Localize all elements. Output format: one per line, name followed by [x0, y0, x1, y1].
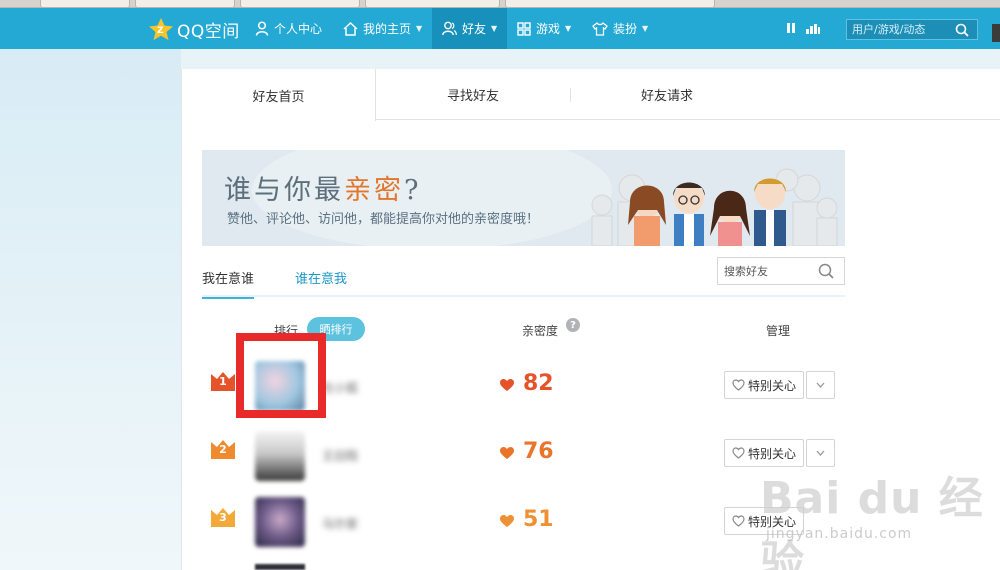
subtab-who-cares-me[interactable]: 谁在意我: [295, 257, 347, 297]
friends-panel: 好友首页 寻找好友 好友请求 谁与你最亲密? 赞他、评论他、访问他，都能提高你对…: [181, 69, 1000, 570]
friend-avatar[interactable]: [255, 431, 305, 481]
browser-tab[interactable]: [135, 0, 235, 8]
search-icon[interactable]: [818, 263, 834, 279]
tab-friends-home[interactable]: 好友首页: [182, 69, 376, 121]
tshirt-icon: [592, 21, 608, 36]
friend-row: 2 王旧陌 76 特别关心: [202, 423, 845, 491]
browser-tab[interactable]: [40, 0, 130, 8]
nav-label: 好友: [462, 22, 487, 36]
heart-icon: [500, 447, 514, 459]
special-care-button[interactable]: 特别关心: [724, 439, 804, 467]
banner-title-pre: 谁与你最: [224, 175, 344, 206]
chevron-down-icon: ▼: [491, 24, 498, 33]
rank-number: 1: [219, 375, 227, 388]
rank-number: 2: [219, 443, 227, 456]
chevron-down-icon: [816, 382, 825, 388]
chevron-down-icon: ▼: [642, 24, 649, 33]
nav-tool-icons: [785, 21, 821, 35]
home-icon: [343, 21, 358, 36]
crown-rank-icon: 2: [210, 439, 236, 459]
svg-text:Z: Z: [157, 26, 164, 36]
manage-dropdown[interactable]: [806, 371, 835, 399]
friend-search[interactable]: [717, 257, 845, 285]
column-manage: 管理: [766, 324, 791, 338]
friend-search-input[interactable]: [718, 264, 818, 278]
nav-label: 个人中心: [274, 22, 323, 36]
friend-name[interactable]: 杜小狐: [322, 379, 358, 396]
friends-icon: [442, 21, 457, 36]
friends-tabs: 好友首页 寻找好友 好友请求: [182, 69, 1000, 121]
manage-dropdown[interactable]: [806, 439, 835, 467]
browser-tab-strip: [0, 0, 1000, 8]
browser-tab[interactable]: [240, 0, 360, 8]
friend-avatar[interactable]: [255, 564, 305, 570]
care-label: 特别关心: [747, 378, 796, 393]
heart-icon: [500, 515, 514, 527]
grid-icon: [517, 21, 531, 36]
help-icon[interactable]: ?: [566, 318, 580, 332]
intimacy-banner: 谁与你最亲密? 赞他、评论他、访问他，都能提高你对他的亲密度哦！: [202, 150, 845, 246]
nav-friends[interactable]: 好友 ▼: [432, 8, 507, 49]
nav-dressup[interactable]: 装扮 ▼: [592, 8, 648, 49]
global-search-input[interactable]: [847, 23, 955, 36]
global-search[interactable]: [846, 19, 978, 40]
intimacy-value: 76: [523, 439, 554, 464]
crown-rank-icon: 3: [210, 507, 236, 527]
user-icon: [255, 21, 269, 36]
care-label: 特别关心: [747, 446, 796, 461]
signal-bars-icon[interactable]: [805, 21, 821, 35]
search-icon[interactable]: [955, 23, 969, 37]
crown-rank-icon: 1: [210, 371, 236, 391]
care-label: 特别关心: [747, 514, 796, 529]
qzone-logo[interactable]: Z QQ空间: [148, 17, 240, 42]
intimacy-value: 51: [523, 507, 554, 532]
friend-name[interactable]: 王旧陌: [322, 447, 358, 464]
banner-subtitle: 赞他、评论他、访问他，都能提高你对他的亲密度哦！: [227, 212, 540, 227]
banner-title-highlight: 亲密: [344, 175, 404, 206]
intimacy-value: 82: [523, 371, 554, 396]
subtab-who-i-care[interactable]: 我在意谁: [202, 257, 255, 299]
logo-text: QQ空间: [177, 21, 240, 42]
intimacy-subtabs: 我在意谁 谁在意我: [202, 257, 845, 299]
nav-label: 装扮: [613, 22, 638, 36]
banner-title: 谁与你最亲密?: [224, 168, 421, 207]
banner-title-post: ?: [404, 175, 422, 206]
browser-tab[interactable]: [505, 0, 715, 8]
highlight-box: [236, 333, 326, 418]
special-care-button[interactable]: 特别关心: [724, 371, 804, 399]
nav-personal-center[interactable]: 个人中心: [255, 8, 322, 49]
top-navbar: Z QQ空间 个人中心 我的主页 ▼ 好友 ▼ 游戏 ▼ 装扮 ▼: [0, 8, 1000, 49]
special-care-button[interactable]: 特别关心: [724, 507, 804, 535]
heart-outline-icon: [732, 515, 745, 527]
chevron-down-icon: ▼: [416, 24, 423, 33]
tab-friend-requests[interactable]: 好友请求: [570, 69, 764, 120]
nav-my-homepage[interactable]: 我的主页 ▼: [343, 8, 422, 49]
star-logo-icon: Z: [149, 18, 173, 40]
heart-outline-icon: [732, 447, 745, 459]
friend-name[interactable]: 马尔家: [322, 515, 358, 532]
user-avatar[interactable]: [992, 24, 1000, 42]
pause-icon[interactable]: [785, 21, 797, 35]
chevron-down-icon: [816, 450, 825, 456]
rank-number: 3: [219, 511, 227, 524]
column-intimacy: 亲密度: [522, 324, 559, 338]
heart-icon: [500, 379, 514, 391]
heart-outline-icon: [732, 379, 745, 391]
friend-row: 3 马尔家 51 特别关心: [202, 491, 845, 559]
tab-find-friends[interactable]: 寻找好友: [376, 69, 570, 120]
nav-games[interactable]: 游戏 ▼: [517, 8, 571, 49]
nav-label: 游戏: [536, 22, 561, 36]
nav-label: 我的主页: [363, 22, 412, 36]
left-background: [0, 49, 181, 570]
chevron-down-icon: ▼: [565, 24, 572, 33]
friend-avatar[interactable]: [255, 497, 305, 547]
browser-tab[interactable]: [365, 0, 500, 8]
